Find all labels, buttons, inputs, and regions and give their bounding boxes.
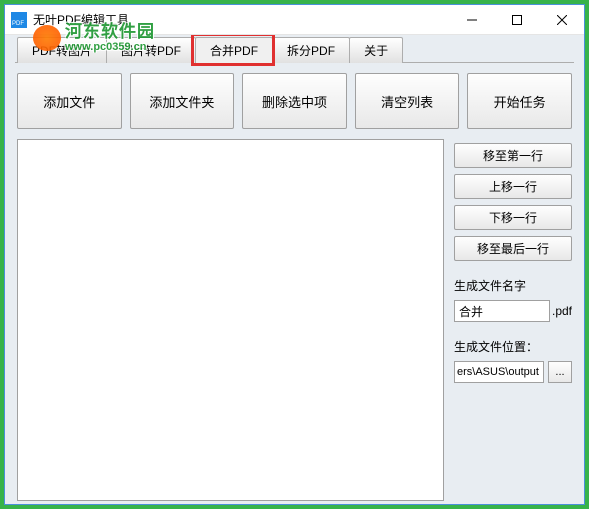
- app-window: 无叶PDF编辑工具 河东软件园 www.pc0359.cn PDF转图片 图片转…: [4, 4, 585, 505]
- tab-panel: 添加文件 添加文件夹 删除选中项 清空列表 开始任务 移至第一行 上移一行 下移…: [15, 62, 574, 501]
- output-name-label: 生成文件名字: [454, 277, 572, 294]
- move-last-button[interactable]: 移至最后一行: [454, 236, 572, 261]
- move-first-button[interactable]: 移至第一行: [454, 143, 572, 168]
- tabs-row: PDF转图片 图片转PDF 合并PDF 拆分PDF 关于: [5, 35, 584, 63]
- tab-split-pdf[interactable]: 拆分PDF: [272, 37, 350, 63]
- minimize-button[interactable]: [449, 5, 494, 34]
- tab-image-to-pdf[interactable]: 图片转PDF: [106, 37, 196, 63]
- titlebar: 无叶PDF编辑工具: [5, 5, 584, 35]
- output-ext-label: .pdf: [552, 304, 572, 318]
- add-folder-button[interactable]: 添加文件夹: [130, 73, 235, 129]
- app-icon: [11, 12, 27, 28]
- clear-list-button[interactable]: 清空列表: [355, 73, 460, 129]
- file-list[interactable]: [17, 139, 444, 501]
- tab-about[interactable]: 关于: [349, 37, 403, 63]
- output-location-input[interactable]: [454, 361, 544, 383]
- maximize-button[interactable]: [494, 5, 539, 34]
- action-row: 添加文件 添加文件夹 删除选中项 清空列表 开始任务: [15, 73, 574, 139]
- side-column: 移至第一行 上移一行 下移一行 移至最后一行 生成文件名字 .pdf 生成文件位…: [454, 139, 572, 501]
- start-task-button[interactable]: 开始任务: [467, 73, 572, 129]
- move-up-button[interactable]: 上移一行: [454, 174, 572, 199]
- window-title: 无叶PDF编辑工具: [33, 11, 449, 28]
- delete-selected-button[interactable]: 删除选中项: [242, 73, 347, 129]
- close-button[interactable]: [539, 5, 584, 34]
- browse-button[interactable]: ...: [548, 361, 572, 383]
- output-name-input[interactable]: [454, 300, 550, 322]
- add-file-button[interactable]: 添加文件: [17, 73, 122, 129]
- content-area: PDF转图片 图片转PDF 合并PDF 拆分PDF 关于 添加文件 添加文件夹 …: [5, 35, 584, 504]
- move-down-button[interactable]: 下移一行: [454, 205, 572, 230]
- output-location-label: 生成文件位置：: [454, 338, 572, 355]
- tab-merge-pdf[interactable]: 合并PDF: [195, 37, 273, 63]
- tab-pdf-to-image[interactable]: PDF转图片: [17, 37, 107, 63]
